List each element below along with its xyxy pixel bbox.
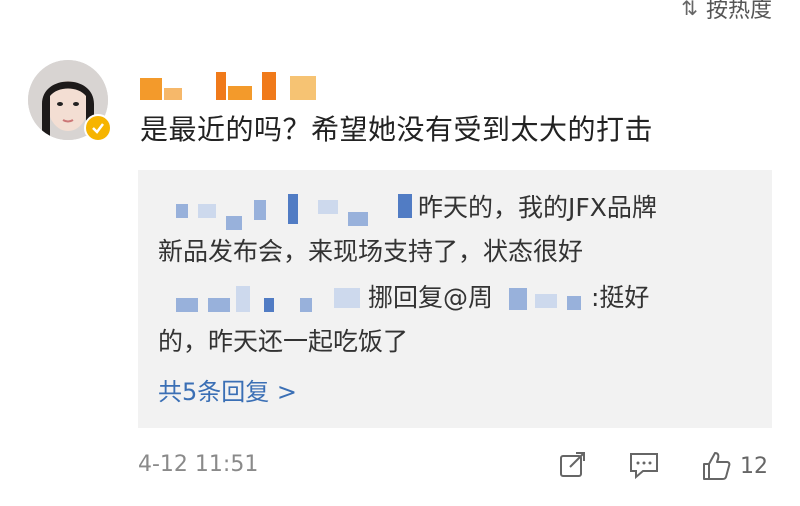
sort-label: 按热度 <box>705 0 772 23</box>
thumbs-up-icon <box>703 452 731 480</box>
replier-name-masked <box>158 194 418 230</box>
reply-line-2: 新品发布会，来现场支持了，状态很好 <box>158 237 584 266</box>
share-icon <box>560 452 585 477</box>
comment-footer: 4-12 11:51 12 <box>138 450 778 484</box>
reply-pre-text: 挪回复@周 <box>368 283 494 312</box>
comment-button[interactable] <box>628 450 660 480</box>
like-button[interactable]: 12 <box>700 450 768 482</box>
timestamp: 4-12 11:51 <box>138 452 259 477</box>
reply-item[interactable]: 挪回复@周 :挺好 的，昨天还一起吃饭了 <box>158 276 649 364</box>
verified-badge-icon <box>84 114 112 142</box>
like-count: 12 <box>740 453 768 479</box>
reply-line-1: 昨天的，我的JFX品牌 <box>418 193 657 222</box>
comment-icon <box>630 453 658 480</box>
mention-masked <box>501 284 591 314</box>
replier-name-masked <box>158 284 368 314</box>
reply-item[interactable]: 昨天的，我的JFX品牌 新品发布会，来现场支持了，状态很好 <box>158 186 657 274</box>
replies-container: 昨天的，我的JFX品牌 新品发布会，来现场支持了，状态很好 挪回复@周 :挺好 … <box>138 170 772 428</box>
more-replies-link[interactable]: 共5条回复 > <box>158 372 297 407</box>
sort-icon: ⇅ <box>681 0 698 20</box>
share-button[interactable] <box>558 450 588 480</box>
sort-by-heat[interactable]: ⇅ 按热度 <box>681 0 772 23</box>
username-masked[interactable] <box>140 72 340 100</box>
reply-line-2: 的，昨天还一起吃饭了 <box>158 327 409 356</box>
reply-line-1: :挺好 <box>590 283 650 312</box>
comment-text: 是最近的吗？希望她没有受到太大的打击 <box>140 113 654 146</box>
